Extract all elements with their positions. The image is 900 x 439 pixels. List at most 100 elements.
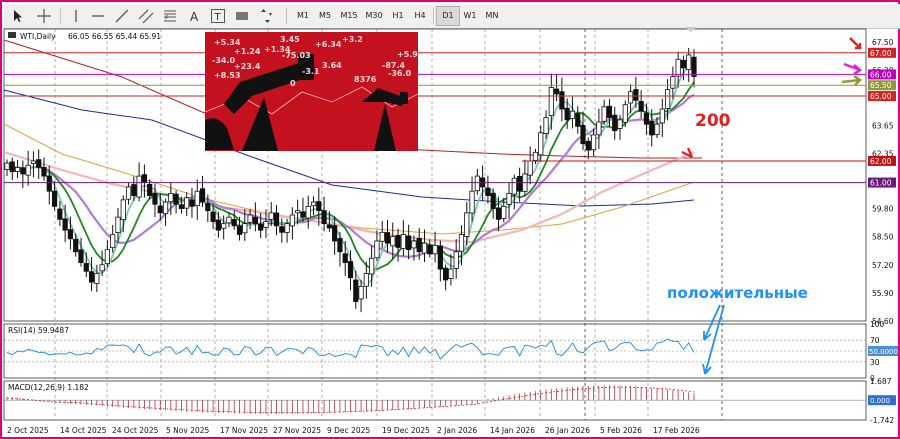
candle: [527, 160, 533, 176]
x-tick-label: 5 Feb 2026: [600, 426, 642, 435]
rsi-title: RSI(14) 59.9487: [8, 326, 69, 335]
candle: [474, 175, 480, 192]
x-tick-label: 24 Oct 2025: [112, 426, 159, 435]
price-pane: [3, 28, 867, 322]
candle: [638, 100, 644, 112]
candle: [649, 121, 655, 136]
candle: [469, 190, 475, 214]
candle: [104, 249, 111, 265]
candle: [231, 219, 237, 227]
candle: [321, 210, 327, 225]
inset-ticker-text: -3.1: [302, 67, 320, 76]
candle: [606, 105, 613, 119]
candle: [242, 223, 248, 234]
candle: [633, 89, 639, 101]
level-price-label: 61.00: [870, 179, 892, 188]
candle: [585, 140, 591, 151]
candle: [184, 197, 190, 209]
candle: [14, 167, 21, 172]
candle: [279, 226, 285, 233]
annotation-positive: положительные: [667, 284, 808, 302]
chart-window: F A T ▾ M1 M5 M15 M30 H1 H4 D1 W1 MN 67.…: [0, 0, 900, 439]
level-price-label: 67.00: [870, 49, 892, 58]
candle: [384, 232, 391, 244]
candle: [406, 235, 412, 251]
candle: [400, 234, 406, 249]
candle: [205, 202, 211, 212]
x-tick-label: 5 Nov 2025: [166, 426, 209, 435]
candle: [157, 205, 163, 214]
candle: [363, 273, 369, 287]
candle: [99, 264, 105, 272]
candle: [532, 151, 539, 161]
candle: [41, 167, 47, 177]
candle: [443, 267, 449, 281]
candle: [612, 114, 618, 132]
candle: [654, 123, 660, 135]
x-tick-label: 17 Nov 2025: [220, 426, 268, 435]
candle: [199, 188, 206, 203]
candle: [506, 192, 512, 205]
candle: [4, 162, 10, 170]
candle: [453, 251, 459, 269]
inset-ticker-text: +23.4: [234, 62, 261, 71]
candle: [152, 192, 158, 205]
level-price-label: 62.00: [870, 157, 892, 166]
candle: [485, 187, 491, 196]
candle: [141, 174, 147, 183]
candle: [617, 119, 623, 129]
candle: [162, 201, 169, 215]
candle: [168, 192, 174, 203]
candle: [247, 214, 253, 223]
candle: [347, 261, 354, 279]
rsi-y-tick-label: 70: [870, 336, 880, 345]
candle: [236, 225, 243, 235]
candle: [448, 268, 454, 279]
candle: [210, 211, 216, 222]
macd-value-label: 0.000: [870, 397, 890, 405]
candle: [62, 218, 68, 231]
candle: [326, 224, 332, 229]
candle: [643, 112, 650, 125]
pumpjack-silhouette: [400, 92, 408, 104]
candle: [353, 279, 359, 302]
inset-ticker-text: +5.9: [397, 50, 418, 59]
candle: [20, 167, 26, 175]
candle: [659, 108, 665, 124]
y-tick-label: 63.65: [872, 121, 894, 130]
ohlc-readout: 66.05 66.55 65.44 65.91: [68, 32, 161, 41]
candle: [538, 132, 544, 156]
candle: [543, 117, 549, 135]
y-tick-label: 58.50: [872, 233, 894, 242]
candle: [332, 225, 338, 242]
candle: [358, 285, 364, 300]
candle: [94, 273, 100, 284]
candle: [268, 212, 274, 220]
candle: [178, 204, 184, 209]
x-tick-label: 9 Dec 2025: [327, 426, 370, 435]
candle: [57, 208, 63, 220]
candle: [300, 211, 306, 218]
candle: [432, 244, 438, 255]
candle: [25, 164, 31, 176]
candle: [221, 223, 227, 229]
candle: [73, 238, 79, 253]
candle: [437, 245, 443, 270]
x-tick-label: 2 Oct 2025: [7, 426, 49, 435]
x-tick-label: 14 Oct 2025: [60, 426, 107, 435]
candle: [580, 124, 586, 145]
candle: [501, 205, 507, 219]
x-tick-label: 19 Dec 2025: [382, 426, 430, 435]
candle: [564, 107, 570, 121]
x-tick-label: 26 Jan 2026: [545, 426, 590, 435]
candle: [416, 237, 422, 253]
candle: [9, 161, 15, 173]
candle: [136, 175, 142, 198]
candle: [601, 106, 607, 122]
candle: [395, 235, 401, 248]
inset-ticker-text: -34.0: [212, 56, 235, 65]
macd-title: MACD(12,26,9) 1.182: [8, 383, 89, 392]
candle: [342, 253, 348, 264]
rsi-y-tick-label: 30: [870, 358, 880, 367]
level-price-label: 66.00: [870, 70, 892, 79]
